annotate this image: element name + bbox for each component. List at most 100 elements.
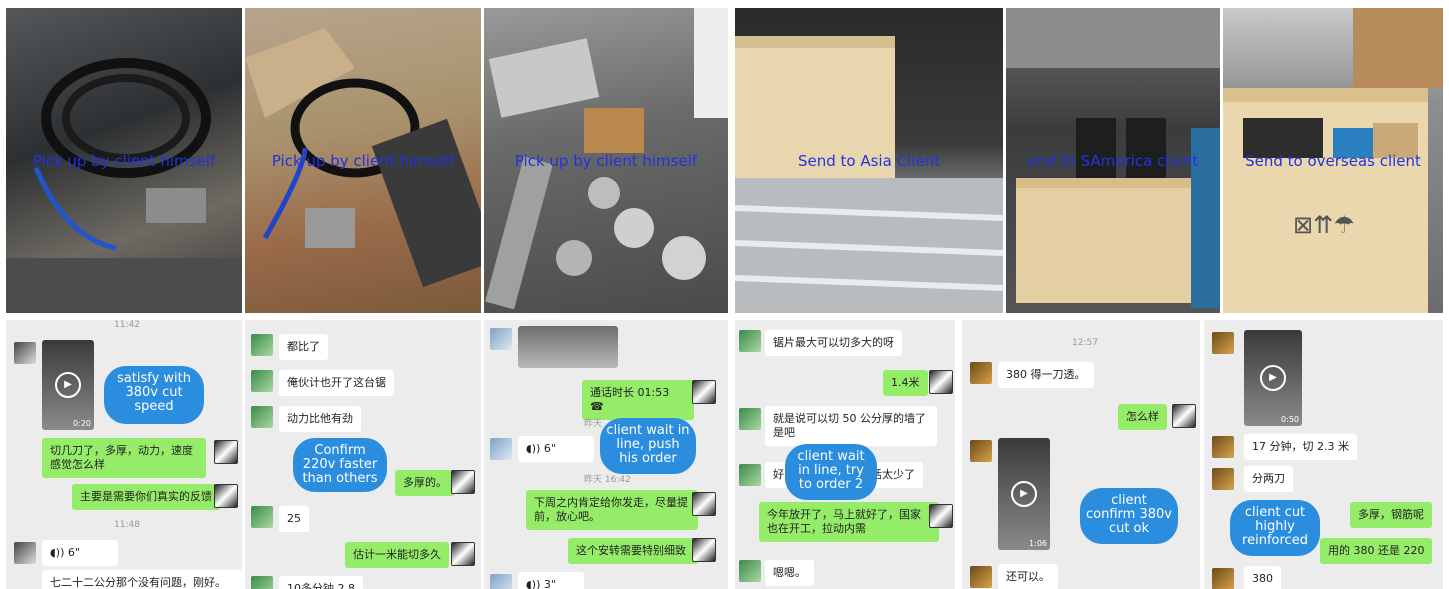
chat-message: 这个安转需要特别细致 [568, 538, 698, 564]
voice-duration: 6" [543, 442, 556, 455]
avatar [929, 504, 953, 528]
avatar [692, 492, 716, 516]
voice-duration: 6" [67, 546, 80, 559]
chat-panel-6: ▶ 0:50 17 分钟，切 2.3 米 分两刀 client cut high… [1204, 320, 1443, 589]
photo-5: end to SAmerica client [1006, 8, 1220, 313]
photo-2: Pick up by client himself [245, 8, 481, 313]
avatar [929, 370, 953, 394]
image-message[interactable] [518, 326, 618, 368]
chat-timestamp: 12:57 [1072, 338, 1098, 348]
chat-message: 切几刀了，多厚，动力，速度感觉怎么样 [42, 438, 206, 478]
voice-duration: 3" [543, 578, 556, 589]
avatar [739, 408, 761, 430]
chat-panel-3: 通话时长 01:53 ☎ 昨天 ◖)) 6" client wait in li… [484, 320, 728, 589]
avatar [1212, 468, 1234, 490]
photo-caption: Pick up by client himself [514, 152, 698, 170]
chat-message: 俺伙计也开了这台锯 [279, 370, 394, 396]
avatar [739, 464, 761, 486]
chat-timestamp: 11:42 [114, 320, 140, 330]
chat-timestamp: 昨天 [584, 419, 603, 429]
avatar [451, 542, 475, 566]
play-icon[interactable]: ▶ [55, 372, 81, 398]
avatar [1212, 568, 1234, 589]
chat-message: 17 分钟，切 2.3 米 [1244, 434, 1357, 460]
avatar [1212, 332, 1234, 354]
voice-message[interactable]: ◖)) 6" [42, 540, 118, 566]
chat-message: 25 [279, 506, 309, 532]
chat-message: 怎么样 [1118, 404, 1167, 430]
video-duration: 0:50 [1281, 415, 1299, 424]
video-message[interactable]: ▶ 1:06 [998, 438, 1050, 550]
chat-message: 就是说可以切 50 公分厚的墙了是吧 [765, 406, 937, 446]
photo-1: Pick up by client himself [6, 8, 242, 313]
svg-text:⊠⇈☂: ⊠⇈☂ [1293, 211, 1355, 239]
annotation-bubble: client confirm 380v cut ok [1080, 488, 1178, 544]
avatar [692, 380, 716, 404]
photo-3: Pick up by client himself [484, 8, 728, 313]
chat-message: 10多分钟 2.8 [279, 576, 363, 589]
avatar [970, 440, 992, 462]
chat-message: 1.4米 [883, 370, 928, 396]
chat-message: 七二十二公分那个没有问题，刚好。 [42, 570, 242, 589]
avatar [451, 470, 475, 494]
photo-caption: Pick up by client himself [271, 152, 455, 170]
call-record-message[interactable]: 通话时长 01:53 ☎ [582, 380, 694, 420]
annotation-bubble: satisfy with 380v cut speed [104, 366, 204, 424]
annotation-bubble: client wait in line, push his order [600, 418, 696, 474]
chat-panel-5: 12:57 380 得一刀透。 怎么样 ▶ 1:06 client confir… [962, 320, 1200, 589]
chat-message: 锯片最大可以切多大的呀 [765, 330, 902, 356]
chat-panel-4: 锯片最大可以切多大的呀 1.4米 就是说可以切 50 公分厚的墙了是吧 好 活太… [735, 320, 955, 589]
chat-message: 估计一米能切多久 [345, 542, 449, 568]
photo-caption: Send to Asia Client [797, 152, 940, 170]
photo-caption: end to SAmerica client [1027, 152, 1199, 170]
photo-6: ⊠⇈☂ Send to overseas client [1223, 8, 1443, 313]
avatar [490, 574, 512, 589]
chat-message: 用的 380 还是 220 [1320, 538, 1433, 564]
avatar [251, 506, 273, 528]
phone-icon: ☎ [590, 400, 604, 413]
chat-message: 主要是需要你们真实的反馈 [72, 484, 220, 510]
annotation-bubble: client wait in line, try to order 2 [785, 444, 877, 500]
avatar [970, 566, 992, 588]
chat-message: 380 [1244, 566, 1281, 589]
chat-message: 都比了 [279, 334, 328, 360]
chat-message: 多厚的。 [395, 470, 455, 496]
avatar [251, 370, 273, 392]
avatar [251, 406, 273, 428]
video-duration: 1:06 [1029, 539, 1047, 548]
chat-message: 还可以。 [998, 564, 1058, 589]
call-duration: 通话时长 01:53 [590, 386, 670, 399]
voice-message[interactable]: ◖)) 3" [518, 572, 584, 589]
avatar [692, 538, 716, 562]
avatar [1212, 436, 1234, 458]
annotation-bubble: Confirm 220v faster than others [293, 438, 387, 492]
avatar [970, 362, 992, 384]
play-icon[interactable]: ▶ [1011, 481, 1037, 507]
annotation-bubble: client cut highly reinforced [1230, 500, 1320, 556]
video-message[interactable]: ▶ 0:50 [1244, 330, 1302, 426]
video-message[interactable]: ▶ 0:20 [42, 340, 94, 430]
avatar [251, 576, 273, 589]
avatar [14, 342, 36, 364]
chat-message: 380 得一刀透。 [998, 362, 1094, 388]
chat-timestamp: 昨天 16:42 [584, 475, 631, 485]
video-duration: 0:20 [73, 419, 91, 428]
chat-panel-2: 都比了 俺伙计也开了这台锯 动力比他有劲 Confirm 220v faster… [245, 320, 481, 589]
chat-timestamp: 11:48 [114, 520, 140, 530]
avatar [739, 560, 761, 582]
chat-message: 动力比他有劲 [279, 406, 361, 432]
chat-message: 今年放开了，马上就好了，国家也在开工，拉动内需 [759, 502, 939, 542]
chat-message: 分两刀 [1244, 466, 1293, 492]
voice-icon: ◖)) [526, 442, 541, 455]
play-icon[interactable]: ▶ [1260, 365, 1286, 391]
avatar [251, 334, 273, 356]
photo-caption: Pick up by client himself [32, 152, 216, 170]
chat-message: 嗯嗯。 [765, 560, 814, 586]
voice-icon: ◖)) [50, 546, 65, 559]
avatar [739, 330, 761, 352]
avatar [214, 484, 238, 508]
voice-message[interactable]: ◖)) 6" [518, 436, 594, 462]
avatar [214, 440, 238, 464]
chat-message: 多厚，钢筋呢 [1350, 502, 1432, 528]
photo-4: Send to Asia Client [735, 8, 1003, 313]
